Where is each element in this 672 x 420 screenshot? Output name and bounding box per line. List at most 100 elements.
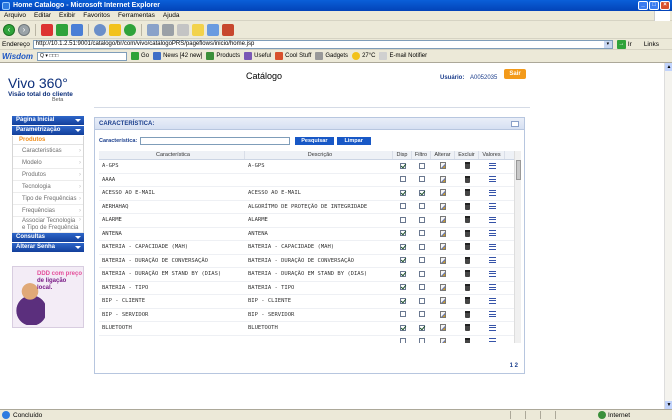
mail-icon[interactable] [147,23,159,36]
trash-icon[interactable] [464,229,470,237]
filtro-checkbox[interactable] [418,284,425,290]
list-icon[interactable] [488,230,496,236]
list-icon[interactable] [488,297,496,304]
search-input[interactable] [140,137,291,145]
trash-icon[interactable] [464,270,470,277]
sidebar-item-modelo[interactable]: Modelo [13,157,83,169]
disp-checkbox[interactable] [399,338,406,343]
list-icon[interactable] [488,203,496,209]
trash-icon[interactable] [464,202,470,210]
trash-icon[interactable] [464,175,470,183]
menu-arquivo[interactable]: Arquivo [4,12,26,19]
filtro-checkbox[interactable] [418,257,425,263]
edit-icon[interactable] [440,229,446,237]
gadgets-button[interactable]: Gadgets [315,52,348,60]
sidebar-item-produtos-group[interactable]: Produtos [13,136,83,145]
disp-checkbox[interactable] [399,189,406,196]
trash-icon[interactable] [464,324,470,331]
col-caracteristica[interactable]: Característica [99,151,245,159]
sidebar-item-associar[interactable]: Associar Tecnologia e Tipo de Frequência [13,217,83,233]
address-dropdown-icon[interactable]: ▾ [603,40,612,48]
wisdom-logo[interactable]: Wisdom [2,52,33,61]
disp-checkbox[interactable] [399,216,406,223]
trash-icon[interactable] [464,283,470,291]
stop-icon[interactable] [41,23,53,36]
disp-checkbox[interactable] [399,270,406,277]
menu-exibir[interactable]: Exibir [59,12,75,19]
search-button[interactable]: Pesquisar [295,137,334,145]
col-valores[interactable]: Valores [479,151,505,159]
sidebar-item-frequencias[interactable]: Frequências [13,205,83,217]
email-notifier-button[interactable]: E-mail Notifier [379,52,427,60]
pagination[interactable]: 1 2 [510,363,518,369]
back-icon[interactable]: ‹ [3,23,15,36]
list-icon[interactable] [488,243,496,250]
disp-checkbox[interactable] [399,243,406,250]
col-disp[interactable]: Disp [393,151,412,159]
disp-checkbox[interactable] [399,284,406,290]
scroll-up-icon[interactable]: ▲ [665,63,672,71]
trash-icon[interactable] [464,216,470,223]
edit-icon[interactable] [440,337,446,343]
disp-checkbox[interactable] [399,297,406,304]
trash-icon[interactable] [464,256,470,264]
list-icon[interactable] [488,176,496,182]
col-descricao[interactable]: Descrição [245,151,393,159]
list-icon[interactable] [488,270,496,277]
close-button[interactable]: × [660,1,670,10]
disp-checkbox[interactable] [399,324,406,331]
go-button[interactable]: → Ir [616,39,632,49]
favorites-icon[interactable] [109,23,121,36]
filtro-checkbox[interactable] [418,189,425,196]
messenger-icon[interactable] [207,23,219,36]
history-icon[interactable] [124,23,136,36]
minimize-button[interactable]: _ [638,1,648,10]
edit-icon[interactable] [440,216,446,223]
sidebar-item-consultas[interactable]: Consultas [12,233,84,242]
filtro-checkbox[interactable] [418,230,425,236]
disp-checkbox[interactable] [399,311,406,317]
news-button[interactable]: News [42 new] [153,52,202,60]
products-button[interactable]: Products [206,52,240,60]
address-input[interactable]: http://10.1.2.51:9001/catalogo/br/com/vi… [32,39,613,49]
scroll-down-icon[interactable]: ▼ [665,401,672,409]
filtro-checkbox[interactable] [418,176,425,182]
edit-icon[interactable] [440,162,446,169]
filtro-checkbox[interactable] [418,297,425,304]
disp-checkbox[interactable] [399,257,406,263]
list-icon[interactable] [488,189,496,196]
filtro-checkbox[interactable] [418,216,425,223]
edit-icon[interactable] [177,23,189,36]
trash-icon[interactable] [464,297,470,304]
page-scrollbar[interactable]: ▲ ▼ [664,63,672,409]
research-icon[interactable] [222,23,234,36]
edit-icon[interactable] [440,324,446,331]
links-label[interactable]: Links [644,41,659,48]
trash-icon[interactable] [464,337,470,343]
list-icon[interactable] [488,284,496,290]
edit-icon[interactable] [440,189,446,196]
sidebar-item-tipo-frequencias[interactable]: Tipo de Frequências [13,193,83,205]
disp-checkbox[interactable] [399,230,406,236]
list-icon[interactable] [488,324,496,331]
col-alterar[interactable]: Alterar [431,151,455,159]
trash-icon[interactable] [464,189,470,196]
edit-icon[interactable] [440,202,446,210]
edit-icon[interactable] [440,310,446,318]
list-icon[interactable] [488,162,496,169]
weather-button[interactable]: 27°C [352,52,375,60]
useful-button[interactable]: Useful [244,52,271,60]
logout-button[interactable]: Sair [504,69,526,79]
cool-stuff-button[interactable]: Cool Stuff [275,52,311,60]
menu-favoritos[interactable]: Favoritos [83,12,110,19]
edit-icon[interactable] [440,256,446,264]
edit-icon[interactable] [440,175,446,183]
search-icon[interactable] [94,23,106,36]
trash-icon[interactable] [464,243,470,250]
sidebar-item-home[interactable]: Página Inicial [12,116,84,125]
sidebar-item-produtos[interactable]: Produtos [13,169,83,181]
disp-checkbox[interactable] [399,162,406,169]
trash-icon[interactable] [464,162,470,169]
sidebar-item-tecnologia[interactable]: Tecnologia [13,181,83,193]
edit-icon[interactable] [440,243,446,250]
